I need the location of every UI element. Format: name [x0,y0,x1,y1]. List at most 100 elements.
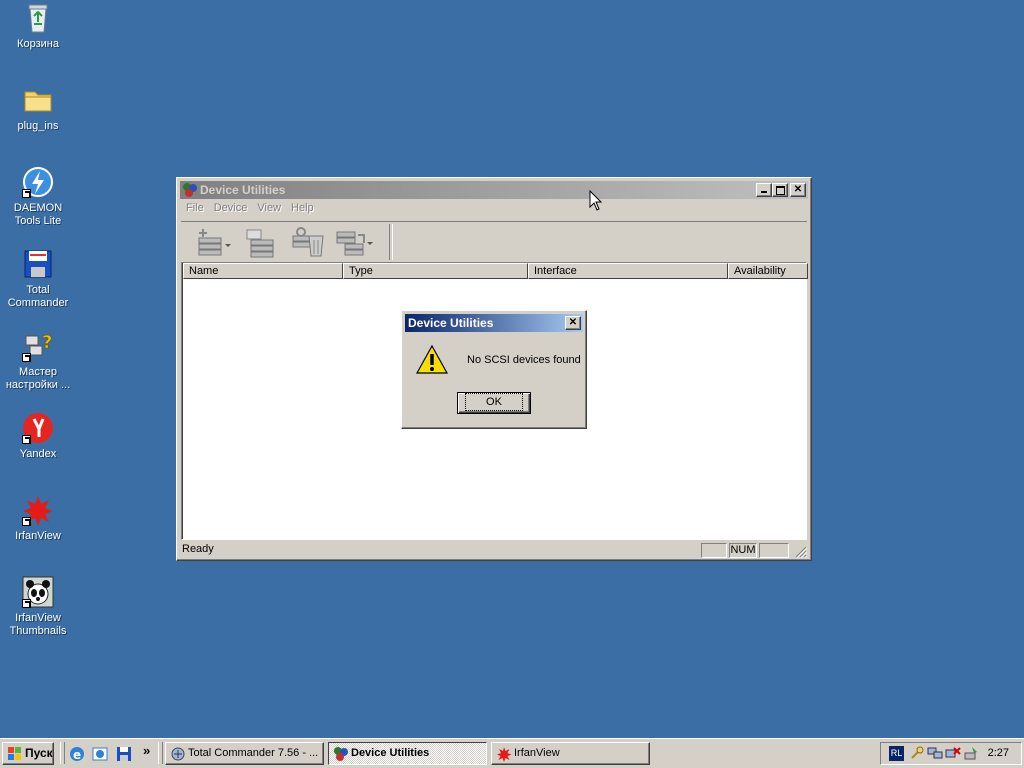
status-text: Ready [182,543,214,555]
network-icon[interactable] [927,745,943,761]
app-icon [334,747,348,761]
recycle-bin-icon [22,2,54,34]
column-header-type[interactable]: Type [343,263,528,279]
shortcut-arrow-icon [22,517,31,526]
floppy-disk-icon [22,248,54,280]
maximize-icon [775,186,785,195]
tasks-grip[interactable] [158,742,163,764]
desktop-icon-daemon-tools[interactable]: DAEMON Tools Lite [0,166,76,228]
toolbar-separator [389,224,393,260]
shortcut-arrow-icon [22,353,31,362]
panda-icon [22,576,54,608]
status-bar: Ready NUM [181,542,807,558]
dialog-message: No SCSI devices found [467,354,581,366]
column-header-availability[interactable]: Availability [728,263,808,279]
start-label: Пуск [25,746,53,760]
tool-device-actions-button[interactable] [333,226,373,258]
task-label: Total Commander 7.56 - ... [188,747,319,759]
tool-remove-device-button[interactable] [289,226,329,258]
yandex-icon [22,412,54,444]
toolbar [181,221,807,263]
windows-logo-icon [8,747,21,760]
tool-new-device-button[interactable] [193,226,233,258]
status-pane-caps [701,543,727,558]
total-commander-icon [171,747,185,761]
desktop-icon-label: IrfanView [15,530,61,542]
app-icon [183,183,197,197]
folder-icon [22,84,54,116]
desktop-icon-label: Total Commander [7,284,69,309]
add-device-icon [198,229,231,256]
desktop-icon-label: plug_ins [17,120,59,132]
start-button[interactable]: Пуск [2,742,54,765]
setup-wizard-icon: ? [22,330,54,362]
remove-device-icon [292,227,324,257]
desktop-icon-total-commander[interactable]: Total Commander [0,248,76,310]
maximize-button[interactable] [772,183,788,197]
internet-explorer-icon[interactable]: e [68,745,86,763]
menu-help[interactable]: Help [286,200,319,216]
status-pane-num: NUM [729,543,757,558]
menu-view[interactable]: View [252,200,286,216]
task-label: IrfanView [514,747,560,759]
outlook-express-icon[interactable] [91,745,109,763]
network-disconnected-icon[interactable] [945,745,961,761]
column-header-name[interactable]: Name [183,263,343,279]
minimize-button[interactable] [756,183,772,197]
shortcut-arrow-icon [22,435,31,444]
close-button[interactable]: ✕ [790,183,806,197]
shortcut-arrow-icon [22,189,31,198]
shortcut-arrow-icon [22,599,31,608]
system-tray: RL 2:27 [880,742,1022,765]
task-total-commander[interactable]: Total Commander 7.56 - ... [165,742,324,765]
clock[interactable]: 2:27 [988,747,1009,759]
task-irfanview[interactable]: IrfanView [491,742,650,765]
tray-tools-icon[interactable] [909,745,925,761]
desktop-icon-recycle-bin[interactable]: Корзина [0,2,76,51]
menu-device[interactable]: Device [209,200,253,216]
desktop-icon-plug-ins[interactable]: plug_ins [0,84,76,133]
taskbar: Пуск e » Total Commander 7.56 - ... Devi… [0,738,1024,768]
desktop-icon-label: IrfanView Thumbnails [9,612,67,637]
svg-text:?: ? [42,332,52,353]
dialog-title: Device Utilities [408,316,494,330]
menu-bar: File Device View Help [181,200,807,218]
desktop-icon-yandex[interactable]: Yandex [0,412,76,461]
window-titlebar[interactable]: Device Utilities ✕ [180,181,808,199]
minimize-icon [761,191,767,193]
task-device-utilities[interactable]: Device Utilities [328,742,487,765]
dialog-titlebar[interactable]: Device Utilities ✕ [405,314,583,332]
menu-file[interactable]: File [181,200,209,216]
desktop-icon-irfanview-thumbnails[interactable]: IrfanView Thumbnails [0,576,76,638]
warning-icon [416,344,448,374]
ok-label: OK [465,393,523,411]
desktop-icon-label: Yandex [19,448,57,460]
desktop-icon-label: DAEMON Tools Lite [13,202,63,227]
message-dialog: Device Utilities ✕ No SCSI devices found… [401,310,587,429]
desktop-icon-irfanview[interactable]: IrfanView [0,494,76,543]
task-label: Device Utilities [351,747,430,759]
quicklaunch-overflow-icon[interactable]: » [143,743,150,758]
resize-grip-icon[interactable] [795,546,807,558]
column-header-interface[interactable]: Interface [528,263,728,279]
svg-text:e: e [73,748,81,762]
status-pane-scrl [759,543,789,558]
irfanview-icon [497,747,512,762]
daemon-tools-icon [22,166,54,198]
desktop-icon-label: Корзина [17,38,59,50]
mouse-cursor-icon [589,190,602,211]
dialog-close-button[interactable]: ✕ [565,316,581,330]
desktop-icon-label: Мастер настройки ... [5,366,71,391]
close-icon: ✕ [568,317,578,328]
floppy-disk-icon[interactable] [115,745,133,763]
device-properties-icon [246,229,274,258]
tool-properties-button[interactable] [239,226,279,258]
quicklaunch-grip[interactable] [60,742,65,764]
window-title: Device Utilities [200,183,286,197]
ok-button[interactable]: OK [457,392,531,414]
close-icon: ✕ [793,184,803,195]
desktop-icon-setup-wizard[interactable]: ? Мастер настройки ... [0,330,76,392]
language-indicator[interactable]: RL [889,746,904,761]
irfanview-icon [22,494,54,526]
safely-remove-hardware-icon[interactable] [963,745,979,761]
